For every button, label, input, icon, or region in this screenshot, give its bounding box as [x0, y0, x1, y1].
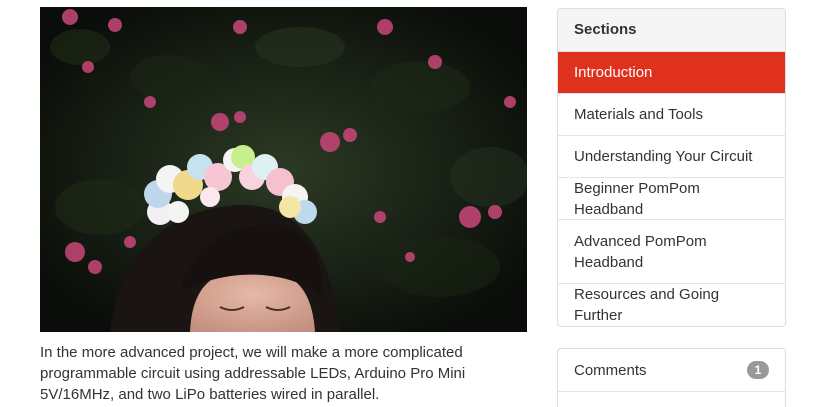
sections-panel: Sections Introduction Materials and Tool…	[557, 8, 786, 327]
hero-image	[40, 7, 527, 332]
section-link-resources-and-going-further[interactable]: Resources and Going Further	[558, 284, 785, 326]
section-link-label: Beginner PomPom Headband	[574, 179, 700, 218]
section-link-label: Advanced PomPom Headband	[574, 232, 707, 271]
section-link-label: Understanding Your Circuit	[574, 148, 753, 165]
comments-link[interactable]: Comments 1	[558, 349, 785, 392]
section-link-beginner-pompom-headband[interactable]: Beginner PomPom Headband	[558, 178, 785, 220]
section-link-advanced-pompom-headband[interactable]: Advanced PomPom Headband	[558, 220, 785, 284]
section-link-materials-and-tools[interactable]: Materials and Tools	[558, 94, 785, 136]
section-link-label: Resources and Going Further	[574, 286, 720, 324]
section-link-introduction[interactable]: Introduction	[558, 52, 785, 94]
section-link-label: Introduction	[574, 64, 653, 81]
comments-label: Comments	[574, 361, 647, 379]
intro-paragraph: In the more advanced project, we will ma…	[40, 344, 466, 403]
comments-panel: Comments 1	[557, 348, 786, 407]
section-link-understanding-your-circuit[interactable]: Understanding Your Circuit	[558, 136, 785, 178]
sections-heading: Sections	[558, 9, 785, 52]
tutorial-page: In the more advanced project, we will ma…	[0, 0, 825, 407]
section-link-label: Materials and Tools	[574, 106, 703, 123]
comments-count-badge: 1	[747, 361, 769, 379]
